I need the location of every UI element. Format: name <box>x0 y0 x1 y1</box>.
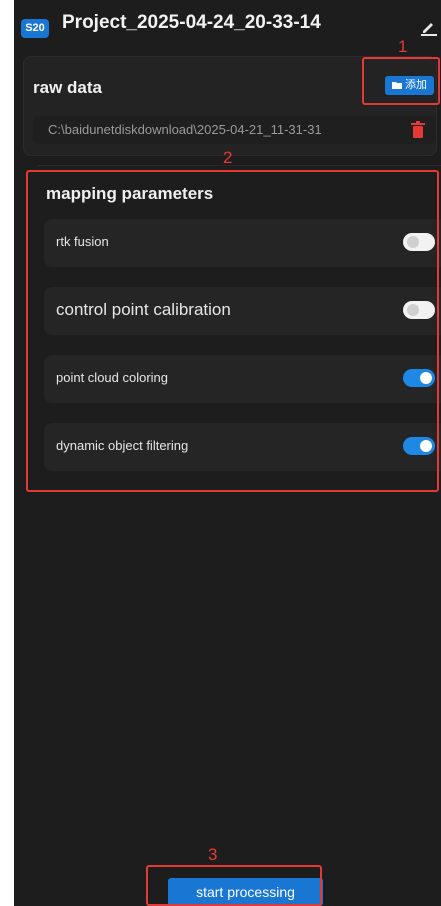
raw-data-title: raw data <box>33 78 102 97</box>
left-margin <box>0 0 14 906</box>
annotation-number-3: 3 <box>208 845 218 864</box>
pencil-icon[interactable] <box>420 18 438 36</box>
annotation-box-2 <box>26 170 439 492</box>
raw-data-path-row: C:\baidunetdiskdownload\2025-04-21_11-31… <box>33 116 436 144</box>
divider <box>38 165 441 166</box>
annotation-number-1: 1 <box>398 37 408 56</box>
annotation-box-1 <box>362 57 440 105</box>
raw-data-path: C:\baidunetdiskdownload\2025-04-21_11-31… <box>48 122 322 137</box>
annotation-box-3 <box>146 865 322 906</box>
annotation-number-2: 2 <box>223 148 233 167</box>
trash-icon[interactable] <box>411 121 425 138</box>
device-badge: S20 <box>21 19 49 38</box>
header: S20 Project_2025-04-24_20-33-14 <box>14 0 441 55</box>
project-title: Project_2025-04-24_20-33-14 <box>62 12 321 33</box>
